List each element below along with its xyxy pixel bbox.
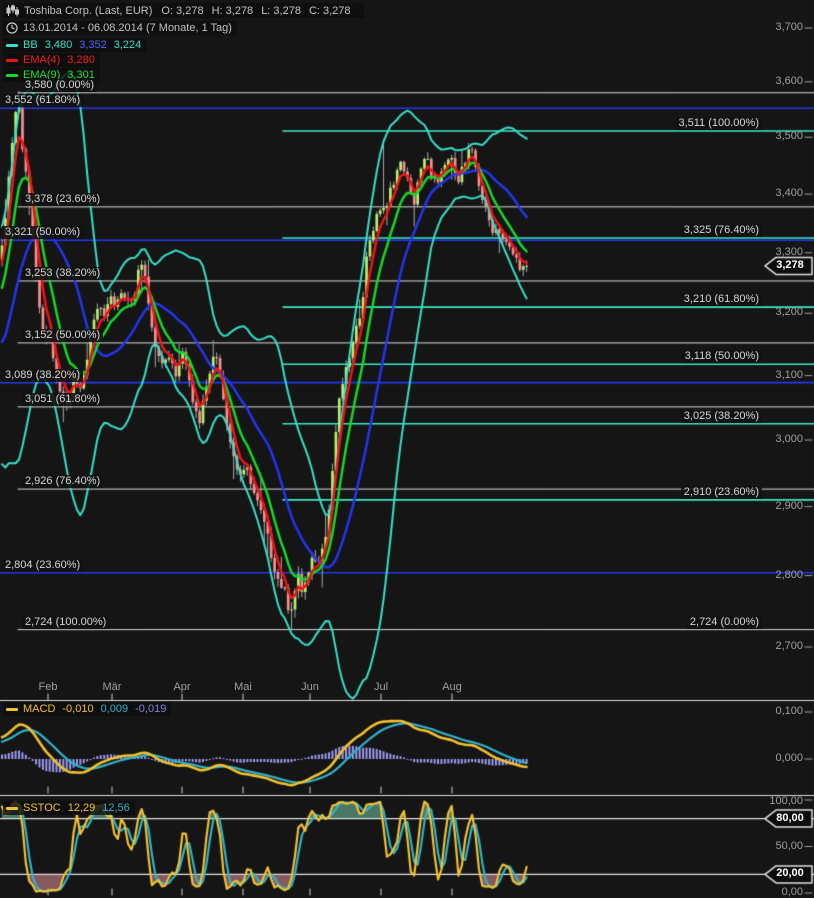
ema4-legend-row[interactable]: EMA(4) 3,280 bbox=[3, 53, 100, 67]
macd-signal-value: 0,009 bbox=[101, 703, 129, 715]
ohlc-item: C: 3,278 bbox=[309, 5, 351, 17]
bb-upper-value: 3,480 bbox=[45, 39, 73, 51]
ema9-legend-row[interactable]: EMA(9) 3,301 bbox=[3, 68, 100, 82]
ema9-legend-label: EMA(9) bbox=[23, 69, 60, 81]
date-range-row: 13.01.2014 - 06.08.2014 (7 Monate, 1 Tag… bbox=[3, 21, 237, 35]
chart-application: Toshiba Corp. (Last, EUR) O: 3,278 H: 3,2… bbox=[0, 0, 814, 898]
sstoc-legend-label: SSTOC bbox=[23, 802, 61, 814]
chart-header: Toshiba Corp. (Last, EUR) O: 3,278 H: 3,2… bbox=[3, 3, 364, 82]
ema9-legend-dash-icon bbox=[6, 74, 18, 77]
price-chart-canvas[interactable] bbox=[0, 0, 814, 898]
macd-legend-dash-icon bbox=[6, 708, 18, 711]
sstoc-legend-dash-icon bbox=[6, 807, 18, 810]
candlestick-icon bbox=[6, 4, 19, 17]
macd-legend-label: MACD bbox=[23, 703, 55, 715]
sstoc-legend-row[interactable]: SSTOC 12,29 12,56 bbox=[3, 801, 135, 815]
bb-legend-label: BB bbox=[23, 39, 38, 51]
ohlc-item: L: 3,278 bbox=[261, 5, 301, 17]
ema4-legend-label: EMA(4) bbox=[23, 54, 60, 66]
clock-icon bbox=[6, 22, 18, 34]
bb-legend-row[interactable]: BB 3,480 3,352 3,224 bbox=[3, 38, 146, 52]
macd-legend-row[interactable]: MACD -0,010 0,009 -0,019 bbox=[3, 702, 171, 716]
ohlc-item: H: 3,278 bbox=[212, 5, 254, 17]
ohlc-item: O: 3,278 bbox=[161, 5, 203, 17]
ohlc-values: O: 3,278 H: 3,278 L: 3,278 C: 3,278 bbox=[161, 5, 358, 17]
bb-lower-value: 3,224 bbox=[114, 39, 142, 51]
last-price-tag: 3,278 bbox=[770, 258, 810, 273]
sstoc-d-value: 12,56 bbox=[102, 802, 130, 814]
bb-legend-dash-icon bbox=[6, 44, 18, 47]
ema4-value: 3,280 bbox=[67, 54, 95, 66]
ema4-legend-dash-icon bbox=[6, 59, 18, 62]
sstoc-k-value: 12,29 bbox=[68, 802, 96, 814]
ema9-value: 3,301 bbox=[67, 69, 95, 81]
macd-value: -0,010 bbox=[62, 703, 93, 715]
macd-hist-value: -0,019 bbox=[135, 703, 166, 715]
date-range: 13.01.2014 - 06.08.2014 (7 Monate, 1 Tag… bbox=[23, 22, 232, 34]
instrument-title: Toshiba Corp. (Last, EUR) bbox=[24, 5, 152, 17]
bb-middle-value: 3,352 bbox=[79, 39, 107, 51]
title-row: Toshiba Corp. (Last, EUR) O: 3,278 H: 3,2… bbox=[3, 3, 364, 18]
